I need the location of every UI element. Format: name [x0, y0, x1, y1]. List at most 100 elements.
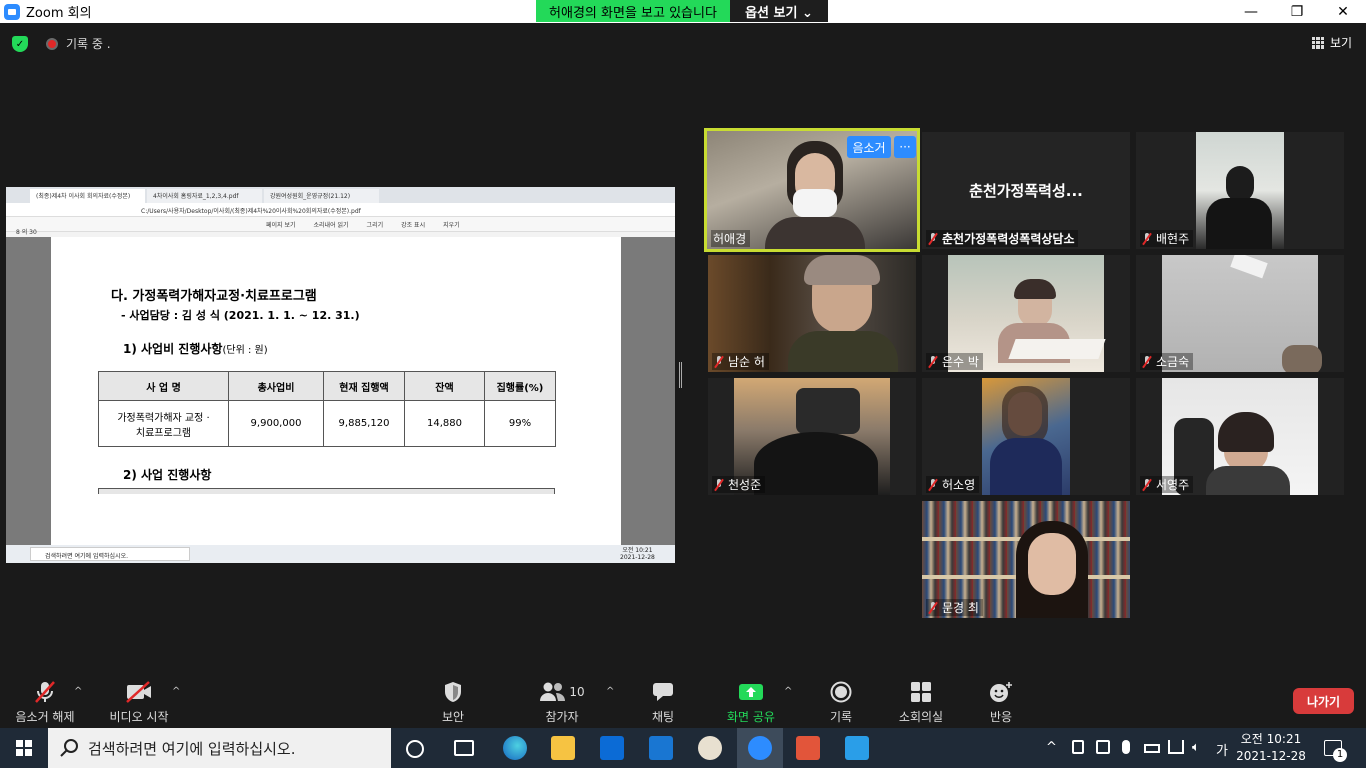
pdf-heading: 다. 가정폭력가해자교정·치료프로그램	[111, 289, 317, 304]
video-tile[interactable]: 은수 박	[922, 255, 1130, 372]
name-text: 은수 박	[942, 355, 979, 369]
video-tile[interactable]: 허소영	[922, 378, 1130, 495]
table-header: 현재 집행액	[323, 371, 405, 401]
participants-button[interactable]: 10 참가자	[534, 680, 590, 725]
video-options-caret[interactable]: ^	[172, 686, 180, 697]
leave-meeting-button[interactable]: 나가기	[1293, 688, 1354, 714]
video-off-icon	[104, 680, 174, 704]
video-tile[interactable]: 문경 최	[922, 501, 1130, 618]
shared-screen[interactable]: (최종)제4차 이사회 회의자료(수정본) 4차이사회 홈링자료_1,2,3,4…	[6, 187, 675, 563]
tray-battery-icon[interactable]	[1144, 744, 1160, 753]
record-dot-icon	[46, 38, 58, 50]
zoom-taskbar-icon[interactable]	[748, 736, 772, 760]
view-options-button[interactable]: 옵션 보기 ⌄	[730, 0, 828, 22]
video-tile[interactable]: 배현주	[1136, 132, 1344, 249]
split-view-handle[interactable]	[679, 362, 682, 388]
participants-options-caret[interactable]: ^	[606, 686, 614, 697]
video-tile[interactable]: 춘천가정폭력성... 춘천가정폭력성폭력상담소	[922, 132, 1130, 249]
security-button[interactable]: 보안	[430, 680, 476, 725]
participant-name: 은수 박	[926, 353, 983, 370]
reactions-button[interactable]: 반응	[978, 680, 1024, 725]
unmute-button[interactable]: 음소거 해제	[12, 680, 78, 725]
breakout-rooms-icon	[894, 680, 948, 704]
participant-name: 남순 허	[712, 353, 769, 370]
mic-muted-icon	[928, 478, 938, 491]
tray-network-icon[interactable]	[1168, 740, 1184, 754]
shared-taskbar: 검색하려면 여기에 입력하십시오. 오전 10:21 2021-12-28	[6, 545, 675, 563]
record-label: 기록	[829, 710, 853, 724]
hwp-viewer-icon[interactable]	[796, 736, 820, 760]
table-cell: 99%	[484, 400, 556, 447]
unmute-label: 음소거 해제	[15, 710, 75, 724]
browser-tab[interactable]: 강원여성원회_운영규정(21.12)	[264, 189, 379, 203]
participant-video	[1196, 132, 1284, 249]
file-explorer-icon[interactable]	[551, 736, 575, 760]
draw-tool[interactable]: 그리기	[367, 220, 384, 229]
video-tile-active[interactable]: 음소거 ··· 허애경	[704, 128, 920, 252]
share-screen-icon	[722, 680, 780, 704]
video-tile[interactable]: 서영주	[1136, 378, 1344, 495]
windows-start-icon[interactable]	[16, 740, 32, 756]
paint-app-icon[interactable]	[698, 736, 722, 760]
name-text: 남순 허	[728, 355, 765, 369]
record-button[interactable]: 기록	[818, 680, 864, 725]
browser-address-bar[interactable]: C:/Users/사용자/Desktop/이사회/(최종)제4차%20이사회%2…	[6, 203, 675, 217]
ime-indicator[interactable]: 가	[1216, 740, 1228, 759]
document-editor-icon[interactable]	[845, 736, 869, 760]
record-icon	[818, 680, 864, 704]
table-cell: 14,880	[404, 400, 485, 447]
page-view-tool[interactable]: 페이지 보기	[266, 220, 296, 229]
share-options-caret[interactable]: ^	[784, 686, 792, 697]
mute-participant-button[interactable]: 음소거	[847, 136, 891, 158]
participant-name: 문경 최	[926, 599, 983, 616]
participant-video	[982, 378, 1070, 495]
shield-check-icon[interactable]: ✓	[12, 36, 28, 52]
recording-status[interactable]: 기록 중 .	[66, 35, 111, 52]
pdf-toolbar: 페이지 보기 소리내어 읽기 그리기 강조 표시 지우기	[6, 217, 675, 232]
mic-muted-icon	[928, 601, 938, 614]
close-button[interactable]: ✕	[1320, 0, 1366, 23]
task-view-icon[interactable]	[454, 740, 474, 756]
chat-bubble-icon	[640, 680, 686, 704]
cortana-icon[interactable]	[406, 740, 424, 758]
video-tile[interactable]: 남순 허	[708, 255, 916, 372]
tray-device-icon[interactable]	[1072, 740, 1084, 754]
page-indicator: 8 의 30	[16, 227, 37, 236]
view-button[interactable]: 보기	[1312, 34, 1352, 51]
participant-name: 춘천가정폭력성폭력상담소	[926, 230, 1079, 247]
mic-off-icon	[12, 680, 78, 704]
start-video-button[interactable]: 비디오 시작	[104, 680, 174, 725]
name-text: 소금숙	[1156, 355, 1190, 369]
mail-icon[interactable]	[649, 736, 673, 760]
mic-muted-icon	[1142, 478, 1152, 491]
restore-button[interactable]: ❐	[1274, 0, 1320, 23]
participants-icon: 10	[534, 680, 590, 704]
progress-table	[98, 488, 555, 494]
video-tile[interactable]: 소금숙	[1136, 255, 1344, 372]
tray-mic-icon[interactable]	[1122, 740, 1130, 754]
taskbar-search-box[interactable]: 검색하려면 여기에 입력하십시오.	[48, 728, 391, 768]
page-number[interactable]: 8	[16, 229, 20, 236]
tray-overflow-chevron[interactable]: ^	[1046, 740, 1057, 755]
read-aloud-tool[interactable]: 소리내어 읽기	[314, 220, 349, 229]
breakout-rooms-button[interactable]: 소회의실	[894, 680, 948, 725]
audio-options-caret[interactable]: ^	[74, 686, 82, 697]
shared-date: 2021-12-28	[620, 554, 655, 561]
erase-tool[interactable]: 지우기	[443, 220, 460, 229]
video-tile[interactable]: 천성준	[708, 378, 916, 495]
mic-muted-icon	[714, 355, 724, 368]
pdf-manager: - 사업담당 : 김 성 식 (2021. 1. 1. ~ 12. 31.)	[121, 309, 360, 322]
more-options-button[interactable]: ···	[894, 136, 916, 158]
browser-tab[interactable]: (최종)제4차 이사회 회의자료(수정본)	[30, 189, 145, 203]
highlight-tool[interactable]: 강조 표시	[401, 220, 425, 229]
taskbar-clock[interactable]: 오전 10:21 2021-12-28	[1236, 731, 1306, 765]
minimize-button[interactable]: —	[1228, 0, 1274, 23]
edge-browser-icon[interactable]	[503, 736, 527, 760]
tray-volume-icon[interactable]: 🔈︎	[1192, 740, 1200, 755]
share-screen-button[interactable]: 화면 공유	[722, 680, 780, 725]
chat-button[interactable]: 채팅	[640, 680, 686, 725]
microsoft-store-icon[interactable]	[600, 736, 624, 760]
emoji-add-icon	[978, 680, 1024, 704]
browser-tab[interactable]: 4차이사회 홈링자료_1,2,3,4.pdf	[147, 189, 262, 203]
tray-recording-icon[interactable]	[1096, 740, 1110, 754]
